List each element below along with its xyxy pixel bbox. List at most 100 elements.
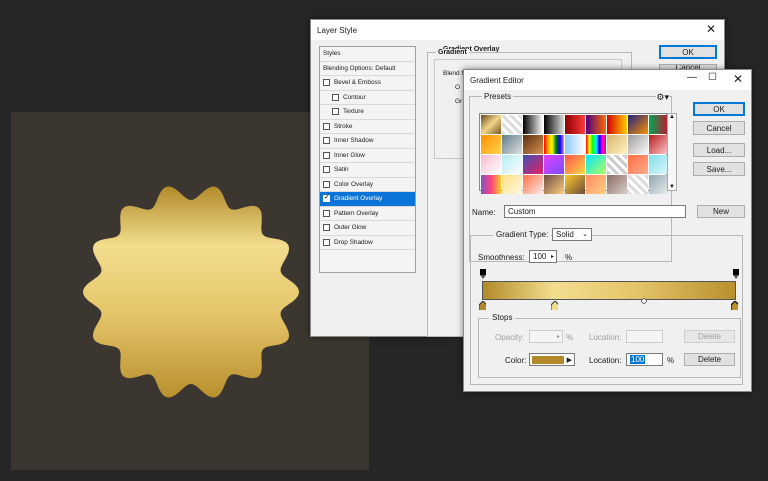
style-item[interactable]: Satin: [320, 163, 415, 178]
preset-swatch[interactable]: [628, 135, 648, 154]
style-checkbox[interactable]: [323, 137, 330, 145]
color-arrow-icon[interactable]: ▶: [567, 356, 572, 364]
minimize-icon[interactable]: —: [687, 72, 697, 83]
preset-swatch[interactable]: [544, 175, 564, 194]
preset-swatch[interactable]: [481, 115, 501, 134]
gradient-cancel-button[interactable]: Cancel: [693, 121, 745, 135]
style-checkbox[interactable]: [323, 193, 330, 203]
name-input[interactable]: Custom: [504, 205, 686, 218]
color-stop-right-selected[interactable]: [731, 301, 738, 310]
preset-swatch[interactable]: [649, 115, 669, 134]
gradient-type-select[interactable]: Solid ⌄: [552, 228, 592, 241]
preset-swatch[interactable]: [523, 115, 543, 134]
preset-swatch[interactable]: [481, 155, 501, 174]
preset-swatch[interactable]: [628, 155, 648, 174]
preset-swatch[interactable]: [628, 175, 648, 194]
color-swatch[interactable]: [532, 355, 564, 364]
style-item[interactable]: Contour: [320, 91, 415, 105]
gradient-preview-bar[interactable]: [482, 281, 736, 300]
style-checkbox[interactable]: [323, 166, 330, 174]
preset-swatch[interactable]: [523, 155, 543, 174]
presets-label: Presets: [482, 92, 514, 101]
style-item[interactable]: Drop Shadow: [320, 236, 415, 250]
midpoint-diamond[interactable]: [641, 298, 647, 304]
style-checkbox[interactable]: [323, 151, 330, 159]
color-swatch-field[interactable]: ▶: [529, 353, 575, 366]
scroll-down-icon[interactable]: ▼: [668, 184, 676, 190]
style-item[interactable]: Gradient Overlay: [320, 192, 415, 207]
close-icon[interactable]: ✕: [706, 22, 716, 36]
style-checkbox[interactable]: [332, 108, 339, 116]
preset-swatch[interactable]: [502, 135, 522, 154]
style-item[interactable]: Stroke: [320, 120, 415, 134]
preset-swatch[interactable]: [565, 135, 585, 154]
preset-swatch[interactable]: [565, 155, 585, 174]
location-input[interactable]: 100: [626, 353, 663, 366]
close-icon[interactable]: ✕: [733, 72, 743, 86]
preset-swatch[interactable]: [544, 115, 564, 134]
preset-swatch[interactable]: [586, 155, 606, 174]
style-checkbox[interactable]: [323, 224, 330, 232]
preset-swatch[interactable]: [586, 175, 606, 194]
location-unit: %: [667, 356, 675, 365]
scroll-up-icon[interactable]: ▲: [668, 114, 676, 120]
style-item[interactable]: Pattern Overlay: [320, 207, 415, 221]
style-checkbox[interactable]: [323, 180, 330, 188]
style-item-label: Drop Shadow: [334, 238, 373, 246]
maximize-icon[interactable]: ☐: [708, 72, 717, 83]
smoothness-input[interactable]: 100 ▸: [529, 250, 557, 263]
preset-swatch[interactable]: [607, 175, 627, 194]
preset-swatch[interactable]: [649, 135, 669, 154]
preset-swatch[interactable]: [586, 115, 606, 134]
presets-scrollbar[interactable]: ▲ ▼: [667, 113, 677, 191]
preset-swatch[interactable]: [523, 135, 543, 154]
load-button[interactable]: Load...: [693, 143, 745, 157]
gradient-type-label: Gradient Type:: [493, 230, 552, 239]
preset-swatch[interactable]: [586, 135, 606, 154]
layer-style-ok-button[interactable]: OK: [659, 45, 717, 59]
color-stop-left[interactable]: [479, 301, 486, 310]
preset-swatch[interactable]: [544, 135, 564, 154]
preset-swatch[interactable]: [628, 115, 648, 134]
opacity-stop-right[interactable]: [732, 269, 740, 280]
preset-swatch[interactable]: [481, 175, 501, 194]
style-item[interactable]: Color Overlay: [320, 178, 415, 192]
color-delete-button[interactable]: Delete: [684, 353, 735, 366]
style-item[interactable]: Texture: [320, 105, 415, 120]
style-checkbox[interactable]: [323, 238, 330, 246]
preset-swatch[interactable]: [565, 115, 585, 134]
preset-swatch[interactable]: [502, 155, 522, 174]
preset-swatch[interactable]: [544, 155, 564, 174]
new-button[interactable]: New: [697, 205, 745, 218]
style-checkbox[interactable]: [323, 209, 330, 217]
opacity-stop-left[interactable]: [479, 269, 487, 280]
preset-swatch[interactable]: [565, 175, 585, 194]
gradient-ok-button[interactable]: OK: [693, 102, 745, 116]
save-button[interactable]: Save...: [693, 162, 745, 176]
preset-swatch[interactable]: [481, 135, 501, 154]
styles-header[interactable]: Styles: [320, 47, 415, 62]
preset-swatch[interactable]: [523, 175, 543, 194]
style-item[interactable]: Inner Shadow: [320, 134, 415, 149]
preset-swatch[interactable]: [607, 115, 627, 134]
opacity-delete-button[interactable]: Delete: [684, 330, 735, 343]
opacity-location-input[interactable]: [626, 330, 663, 343]
style-item[interactable]: Blending Options: Default: [320, 62, 415, 76]
style-checkbox[interactable]: [332, 93, 339, 101]
smoothness-arrow-icon[interactable]: ▸: [551, 253, 554, 260]
style-item[interactable]: Outer Glow: [320, 221, 415, 236]
preset-swatch[interactable]: [649, 155, 669, 174]
preset-swatch[interactable]: [649, 175, 669, 194]
style-item[interactable]: Bevel & Emboss: [320, 76, 415, 91]
preset-swatch[interactable]: [502, 115, 522, 134]
opacity-input[interactable]: ▸: [529, 330, 563, 343]
style-item[interactable]: Inner Glow: [320, 149, 415, 163]
gear-icon[interactable]: ⚙▾: [656, 92, 669, 103]
preset-swatch[interactable]: [607, 135, 627, 154]
preset-swatch[interactable]: [502, 175, 522, 194]
color-stop-middle[interactable]: [551, 301, 558, 310]
style-item-label: Bevel & Emboss: [334, 79, 381, 87]
style-checkbox[interactable]: [323, 79, 330, 87]
preset-swatch[interactable]: [607, 155, 627, 174]
style-checkbox[interactable]: [323, 122, 330, 130]
